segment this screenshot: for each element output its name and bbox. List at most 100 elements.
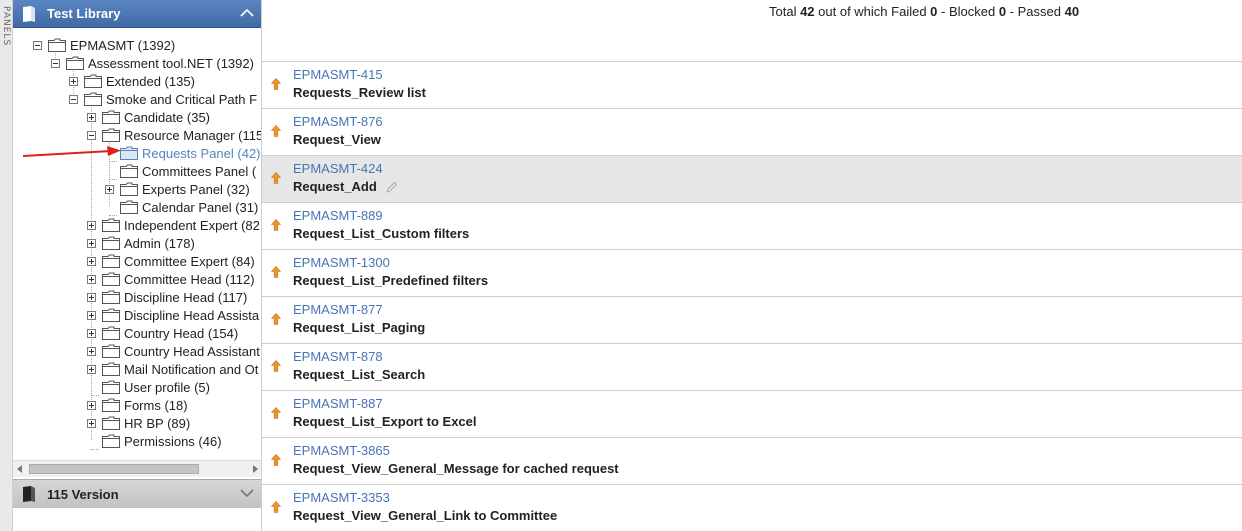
side-panel-strip[interactable]: PANELS <box>0 0 13 531</box>
test-case-row[interactable]: EPMASMT-3353 Request_View_General_Link to… <box>262 484 1242 531</box>
test-case-id-link[interactable]: EPMASMT-889 <box>293 208 383 223</box>
test-case-row[interactable]: EPMASMT-1300 Request_List_Predefined filt… <box>262 249 1242 296</box>
test-case-row[interactable]: EPMASMT-3865 Request_View_General_Message… <box>262 437 1242 484</box>
expand-icon[interactable] <box>87 418 96 428</box>
arrow-up-icon <box>271 501 281 513</box>
expand-icon[interactable] <box>69 76 78 86</box>
expand-icon[interactable] <box>87 364 96 374</box>
test-case-row[interactable]: EPMASMT-878 Request_List_Search <box>262 343 1242 390</box>
expand-icon[interactable] <box>87 328 96 338</box>
test-case-id-link[interactable]: EPMASMT-3353 <box>293 490 390 505</box>
tree-node-label: Candidate (35) <box>124 109 210 125</box>
test-case-name: Request_List_Paging <box>293 320 426 335</box>
tree-node[interactable]: Committees Panel ( <box>105 162 256 180</box>
summary-text: Total <box>769 4 801 19</box>
test-case-id-link[interactable]: EPMASMT-1300 <box>293 255 390 270</box>
expand-icon[interactable] <box>87 220 96 230</box>
tree-node[interactable]: Extended (135) <box>69 72 195 90</box>
version-panel-body <box>13 508 261 531</box>
arrow-up-icon <box>271 454 281 466</box>
tree-horizontal-scrollbar[interactable] <box>13 460 261 477</box>
summary-text: out of which Failed <box>814 4 931 19</box>
tree-node[interactable]: Assessment tool.NET (1392) <box>51 54 254 72</box>
tree-node[interactable]: HR BP (89) <box>87 414 190 432</box>
test-case-id-link[interactable]: EPMASMT-878 <box>293 349 383 364</box>
chevron-down-icon[interactable] <box>240 486 254 500</box>
tree-node[interactable]: User profile (5) <box>87 378 210 396</box>
folder-icon <box>120 164 138 178</box>
test-case-id-link[interactable]: EPMASMT-3865 <box>293 443 390 458</box>
summary-total: 42 <box>800 4 815 19</box>
tree-node[interactable]: Admin (178) <box>87 234 195 252</box>
collapse-icon[interactable] <box>69 94 78 104</box>
expand-icon[interactable] <box>87 112 96 122</box>
tree-node[interactable]: Committee Expert (84) <box>87 252 255 270</box>
folder-icon <box>102 218 120 232</box>
chevron-up-icon[interactable] <box>240 6 254 20</box>
scroll-left-icon[interactable] <box>17 465 22 473</box>
tree-node[interactable]: Resource Manager (115 <box>87 126 261 144</box>
summary-text: - Blocked <box>937 4 999 19</box>
test-case-row[interactable]: EPMASMT-424 Request_Add <box>262 155 1242 202</box>
tree-node[interactable]: Candidate (35) <box>87 108 210 126</box>
tree-node[interactable]: Discipline Head (117) <box>87 288 247 306</box>
test-case-row[interactable]: EPMASMT-876 Request_View <box>262 108 1242 155</box>
expand-icon[interactable] <box>105 184 114 194</box>
folder-icon <box>66 56 84 70</box>
tree-node[interactable]: Experts Panel (32) <box>105 180 250 198</box>
summary-passed: 40 <box>1064 4 1080 19</box>
expand-icon[interactable] <box>87 346 96 356</box>
collapse-icon[interactable] <box>87 130 96 140</box>
folder-icon <box>102 254 120 268</box>
test-case-row[interactable]: EPMASMT-887 Request_List_Export to Excel <box>262 390 1242 437</box>
test-case-row[interactable]: EPMASMT-877 Request_List_Paging <box>262 296 1242 343</box>
test-case-id-link[interactable]: EPMASMT-415 <box>293 67 383 82</box>
collapse-icon[interactable] <box>33 40 42 50</box>
test-case-id-link[interactable]: EPMASMT-887 <box>293 396 383 411</box>
tree-node[interactable]: Smoke and Critical Path F <box>69 90 257 108</box>
test-case-row[interactable]: EPMASMT-415 Requests_Review list <box>262 61 1242 108</box>
arrow-up-icon <box>271 407 281 419</box>
scroll-thumb[interactable] <box>29 464 199 474</box>
scroll-right-icon[interactable] <box>253 465 258 473</box>
test-case-id-link[interactable]: EPMASMT-877 <box>293 302 383 317</box>
tree-node-label: Country Head (154) <box>124 325 239 341</box>
tree-node[interactable]: Permissions (46) <box>87 432 222 450</box>
test-library-header[interactable]: Test Library <box>13 0 261 28</box>
collapse-icon[interactable] <box>51 58 60 68</box>
folder-icon <box>102 236 120 250</box>
side-strip-label: PANELS <box>1 6 11 47</box>
expand-icon[interactable] <box>87 292 96 302</box>
test-case-name: Request_List_Predefined filters <box>293 273 489 288</box>
test-case-id-link[interactable]: EPMASMT-424 <box>293 161 383 176</box>
folder-icon <box>102 398 120 412</box>
tree-node[interactable]: Country Head (154) <box>87 324 238 342</box>
test-library-title: Test Library <box>47 6 121 21</box>
expand-icon[interactable] <box>87 274 96 284</box>
tree-node[interactable]: Country Head Assistant <box>87 342 260 360</box>
expand-icon[interactable] <box>87 238 96 248</box>
tree-node[interactable]: Requests Panel (42) <box>105 144 261 162</box>
version-panel-header[interactable]: 115 Version <box>13 479 261 508</box>
tree-node[interactable]: Mail Notification and Ot <box>87 360 258 378</box>
folder-icon <box>102 110 120 124</box>
expand-icon[interactable] <box>87 400 96 410</box>
arrow-up-icon <box>271 125 281 137</box>
tree-node[interactable]: Independent Expert (82 <box>87 216 260 234</box>
pencil-icon[interactable] <box>385 181 398 194</box>
tree-node[interactable]: Forms (18) <box>87 396 188 414</box>
test-case-id-link[interactable]: EPMASMT-876 <box>293 114 383 129</box>
tree-node[interactable]: Committee Head (112) <box>87 270 255 288</box>
test-case-name: Request_View_General_Message for cached … <box>293 461 619 476</box>
folder-icon <box>48 38 66 52</box>
tree-node-label: Forms (18) <box>124 397 188 413</box>
tree-node[interactable]: Discipline Head Assista <box>87 306 259 324</box>
expand-icon[interactable] <box>87 256 96 266</box>
tree-node[interactable]: Calendar Panel (31) <box>105 198 258 216</box>
expand-icon[interactable] <box>87 310 96 320</box>
arrow-up-icon <box>271 360 281 372</box>
arrow-up-icon <box>271 219 281 231</box>
test-case-row[interactable]: EPMASMT-889 Request_List_Custom filters <box>262 202 1242 249</box>
tree-node[interactable]: EPMASMT (1392) <box>33 36 175 54</box>
tree-node-label: Permissions (46) <box>124 433 222 449</box>
